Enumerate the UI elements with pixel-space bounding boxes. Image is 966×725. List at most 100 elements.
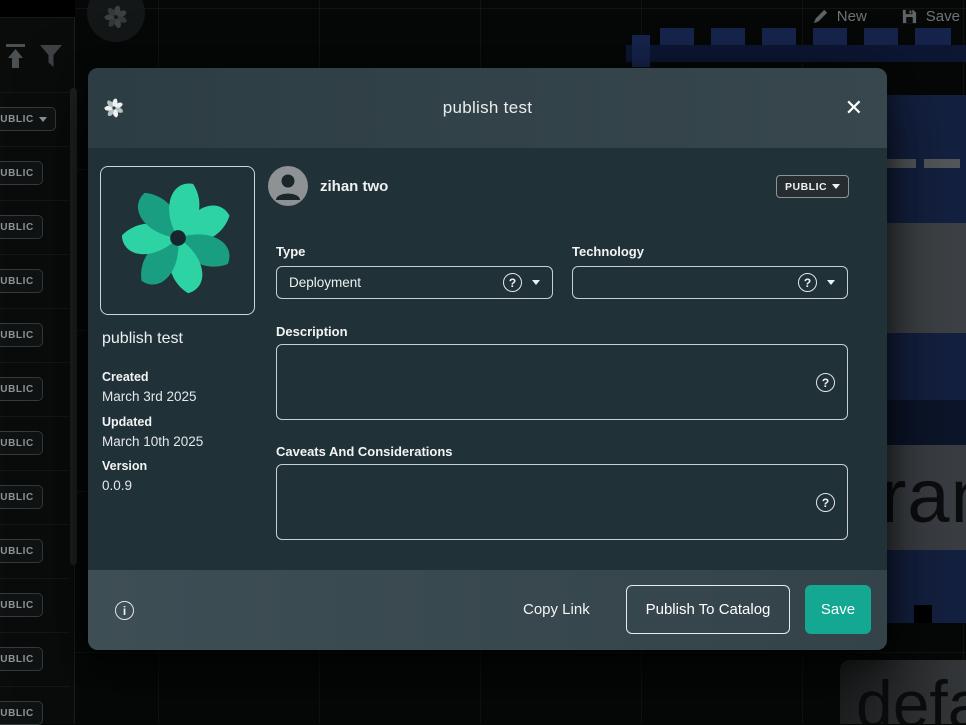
public-badge: PUBLIC — [0, 161, 43, 185]
owner-name: zihan two — [320, 178, 388, 195]
new-button[interactable]: New — [812, 8, 867, 25]
chevron-down-icon — [832, 184, 840, 189]
badge-label: PUBLIC — [0, 222, 34, 233]
chart-bar — [887, 605, 914, 623]
person-icon — [268, 166, 308, 206]
visibility-label: PUBLIC — [785, 181, 827, 193]
publish-dialog: publish test ✕ publish test Created Marc… — [88, 68, 887, 650]
badge-label: PUBLIC — [0, 492, 34, 503]
badge-label: PUBLIC — [0, 600, 34, 611]
badge-label: PUBLIC — [0, 330, 34, 341]
left-sidebar: PUBLIC PUBLIC PUBLIC PUBLIC PUBLIC PUBLI… — [0, 0, 75, 724]
sidebar-row-dividers — [0, 92, 70, 724]
badge-label: PUBLIC — [0, 276, 34, 287]
asset-thumbnail — [100, 166, 255, 315]
version-label: Version — [102, 459, 147, 473]
dialog-header: publish test ✕ — [88, 68, 887, 148]
gray-dash — [924, 159, 960, 168]
save-document-button[interactable]: Save — [901, 8, 960, 25]
updated-value: March 10th 2025 — [102, 434, 203, 449]
badge-label: PUBLIC — [0, 168, 34, 179]
right-panel-darknavy — [887, 400, 966, 445]
upload-icon[interactable] — [4, 42, 27, 77]
info-icon[interactable]: i — [115, 601, 134, 620]
public-badge: PUBLIC — [0, 323, 43, 347]
public-badge: PUBLIC — [0, 431, 43, 455]
badge-label: PUBLIC — [0, 114, 34, 125]
public-badge: PUBLIC — [0, 647, 43, 671]
badge-label: PUBLIC — [0, 708, 34, 719]
chart-bar — [813, 28, 847, 45]
save-button[interactable]: Save — [805, 585, 871, 634]
gray-dash — [887, 159, 916, 168]
public-badge: PUBLIC — [0, 377, 43, 401]
technology-select[interactable]: ? — [572, 266, 848, 299]
spiral-gear-icon — [104, 5, 128, 42]
description-field: ? — [276, 344, 848, 420]
bottom-right-card: defa — [840, 660, 966, 724]
save-document-label: Save — [926, 8, 960, 25]
caveats-label: Caveats And Considerations — [276, 444, 453, 459]
filter-icon[interactable] — [38, 42, 64, 77]
chart-bar — [932, 605, 966, 623]
chart-bar — [762, 28, 796, 45]
created-label: Created — [102, 370, 149, 384]
chart-bar — [660, 28, 694, 45]
public-badge: PUBLIC — [0, 215, 43, 239]
right-panel-navy — [887, 333, 966, 400]
pencil-icon — [812, 8, 829, 25]
caveats-input[interactable] — [277, 465, 847, 539]
visibility-dropdown-sidebar[interactable]: PUBLIC — [0, 107, 56, 131]
spiral-thumbnail-icon — [122, 182, 234, 299]
avatar — [268, 166, 308, 206]
chart-bar — [915, 28, 951, 45]
right-panel-gray — [887, 223, 966, 333]
type-value: Deployment — [289, 275, 493, 290]
background-partial-word: ran — [887, 453, 966, 540]
version-value: 0.0.9 — [102, 478, 132, 493]
right-panel-bars — [887, 605, 966, 623]
right-panel-navy — [887, 550, 966, 605]
new-button-label: New — [837, 8, 867, 25]
public-badge: PUBLIC — [0, 539, 43, 563]
public-badge: PUBLIC — [0, 593, 43, 617]
help-icon[interactable]: ? — [816, 373, 835, 392]
publish-to-catalog-button[interactable]: Publish To Catalog — [626, 585, 790, 634]
copy-link-button[interactable]: Copy Link — [523, 570, 590, 650]
right-panel-text: ran — [887, 445, 966, 550]
caveats-field: ? — [276, 464, 848, 540]
type-select[interactable]: Deployment ? — [276, 266, 553, 299]
right-panel-navy — [887, 95, 966, 223]
chart-bar — [632, 35, 650, 67]
public-badge: PUBLIC — [0, 485, 43, 509]
chevron-down-icon — [827, 280, 835, 285]
help-icon[interactable]: ? — [816, 493, 835, 512]
badge-label: PUBLIC — [0, 546, 34, 557]
dialog-title: publish test — [88, 68, 887, 148]
badge-label: PUBLIC — [0, 384, 34, 395]
badge-label: PUBLIC — [0, 654, 34, 665]
sidebar-header — [0, 0, 75, 18]
updated-label: Updated — [102, 415, 152, 429]
floppy-disk-icon — [901, 8, 918, 25]
top-toolbar: New Save — [812, 8, 960, 25]
public-badge: PUBLIC — [0, 269, 43, 293]
help-icon[interactable]: ? — [503, 273, 522, 292]
chart-bar — [711, 28, 745, 45]
technology-label: Technology — [572, 244, 644, 259]
help-icon[interactable]: ? — [798, 273, 817, 292]
chart-band — [626, 45, 966, 62]
created-value: March 3rd 2025 — [102, 389, 197, 404]
description-label: Description — [276, 324, 348, 339]
background-partial-word: defa — [856, 666, 966, 724]
sidebar-scrollbar[interactable] — [70, 88, 77, 565]
description-input[interactable] — [277, 345, 847, 419]
chart-bar — [864, 28, 898, 45]
chevron-down-icon — [39, 117, 47, 122]
close-icon[interactable]: ✕ — [845, 94, 863, 122]
type-label: Type — [276, 244, 305, 259]
public-badge: PUBLIC — [0, 701, 43, 725]
badge-label: PUBLIC — [0, 438, 34, 449]
visibility-dropdown[interactable]: PUBLIC — [776, 175, 849, 198]
chevron-down-icon — [532, 280, 540, 285]
